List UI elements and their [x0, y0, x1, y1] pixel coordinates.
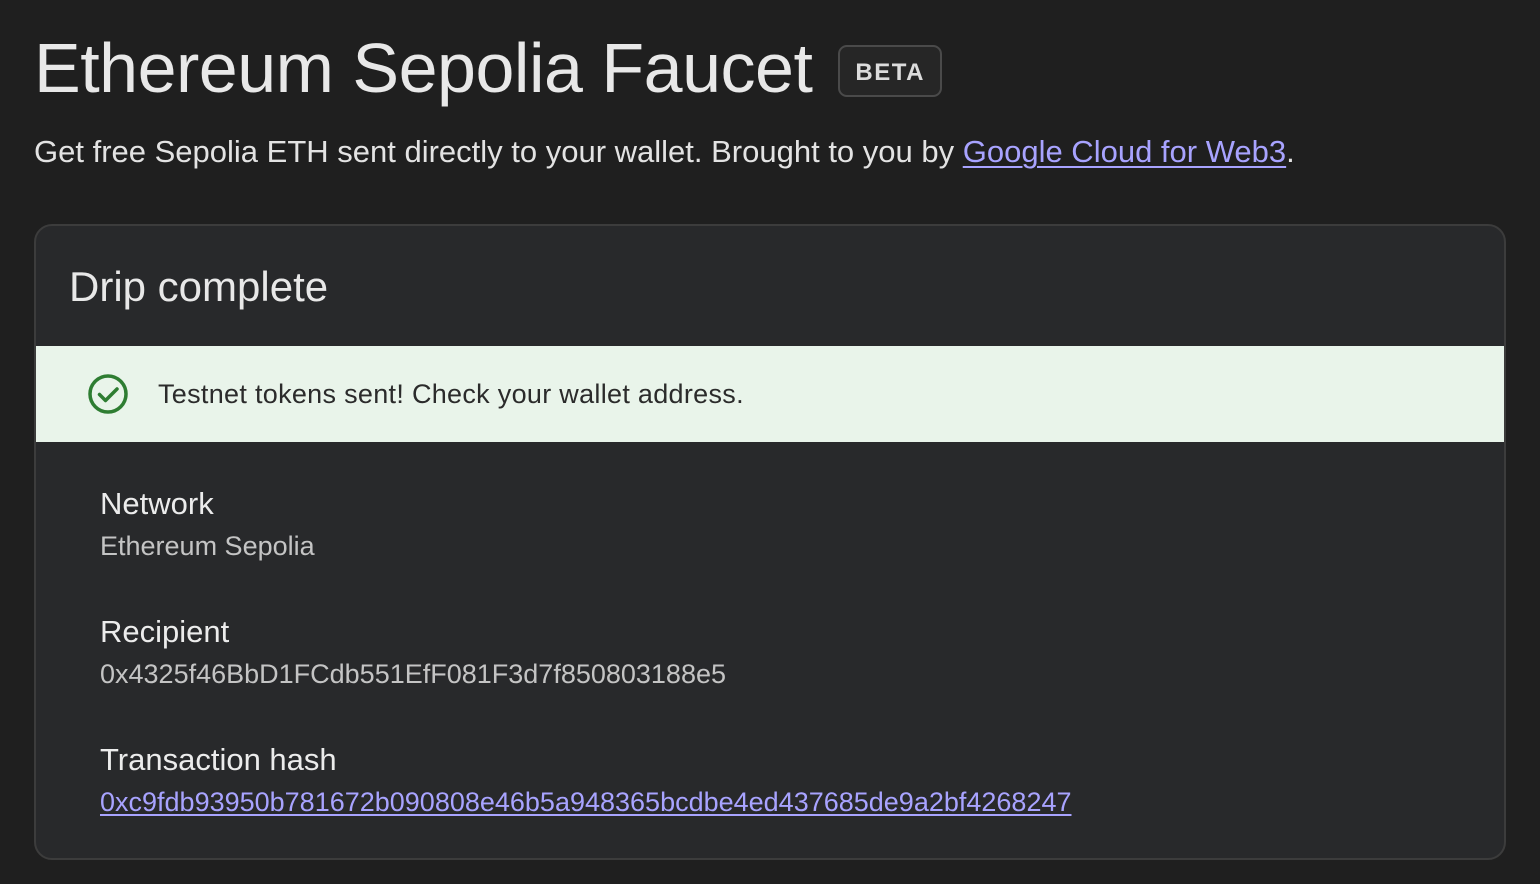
recipient-label: Recipient	[100, 614, 230, 649]
recipient-value: 0x4325f46BbD1FCdb551EfF081F3d7f850803188…	[100, 659, 726, 689]
success-alert: Testnet tokens sent! Check your wallet a…	[36, 346, 1504, 442]
transaction-hash-link[interactable]: 0xc9fdb93950b781672b090808e46b5a948365bc…	[100, 787, 1072, 817]
card-title: Drip complete	[69, 263, 329, 310]
page-subtitle: Get free Sepolia ETH sent directly to yo…	[34, 132, 1295, 172]
check-circle-icon	[88, 374, 128, 414]
beta-badge: BETA	[838, 45, 942, 97]
network-value: Ethereum Sepolia	[100, 531, 315, 561]
transaction-hash-label: Transaction hash	[100, 742, 337, 777]
transaction-hash-row: 0xc9fdb93950b781672b090808e46b5a948365bc…	[100, 784, 1072, 820]
subtitle-suffix: .	[1286, 134, 1295, 169]
alert-message: Testnet tokens sent! Check your wallet a…	[158, 378, 744, 409]
page-title: Ethereum Sepolia Faucet	[34, 29, 813, 107]
drip-result-card: Drip complete Testnet tokens sent! Check…	[34, 224, 1506, 860]
google-cloud-web3-link[interactable]: Google Cloud for Web3	[963, 134, 1286, 169]
page-header: Ethereum Sepolia Faucet BETA	[34, 28, 942, 108]
network-label: Network	[100, 486, 214, 521]
subtitle-text: Get free Sepolia ETH sent directly to yo…	[34, 134, 963, 169]
